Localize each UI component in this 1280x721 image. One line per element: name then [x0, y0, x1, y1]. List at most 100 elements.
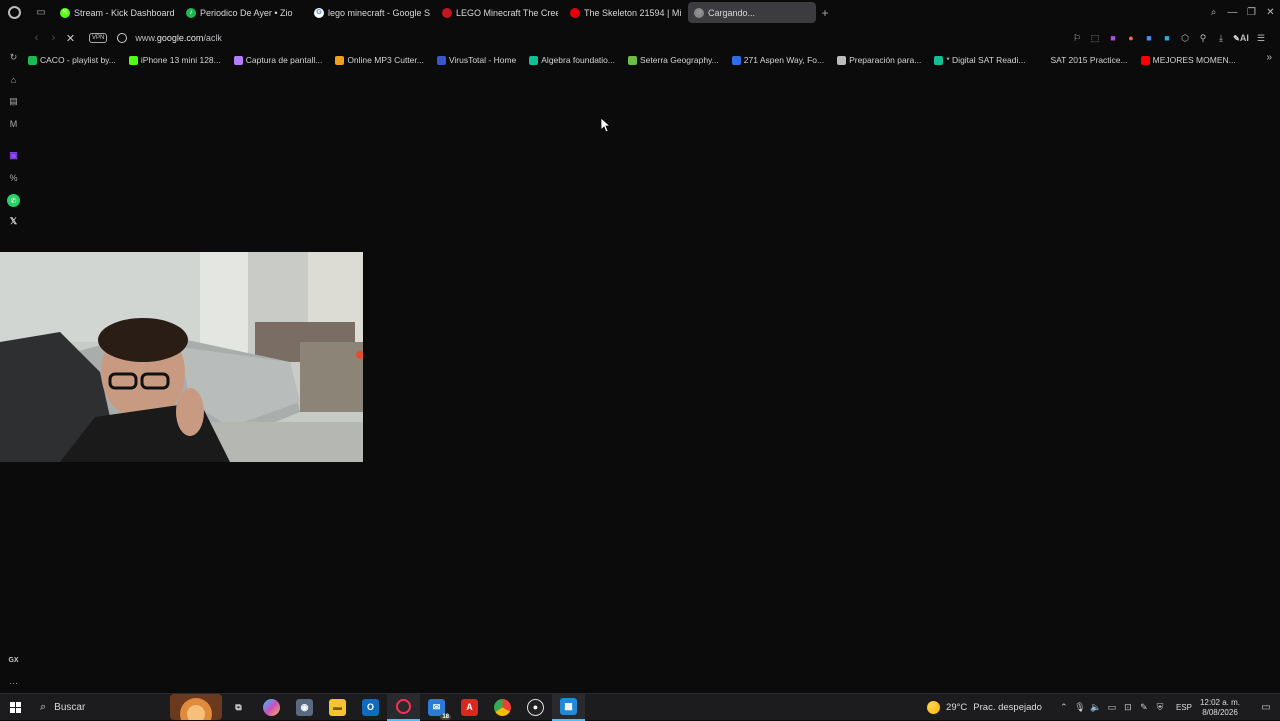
bookmark-label: MEJORES MOMEN...: [1152, 55, 1236, 65]
bookmark-item[interactable]: MEJORES MOMEN...: [1140, 55, 1236, 65]
pen-icon[interactable]: ✎: [1136, 702, 1152, 713]
bookmark-favicon-icon: [335, 55, 345, 65]
mail-icon[interactable]: ✉ 18: [420, 694, 453, 721]
whatsapp-icon[interactable]: ✆: [7, 194, 20, 207]
vpn-badge[interactable]: VPN: [89, 33, 108, 43]
forward-button[interactable]: ›: [45, 32, 62, 44]
bookmark-favicon-icon: [529, 55, 539, 65]
restore-icon[interactable]: ❐: [1242, 7, 1261, 18]
close-icon[interactable]: ✕: [1261, 7, 1280, 18]
tab-favicon-icon: G: [314, 7, 324, 18]
security-icon[interactable]: ⛨: [1152, 702, 1168, 713]
taskbar: ⌕ Buscar ⧉ ◉ ▬ O ✉ 18 A ● ▦ 29°C Prac. de…: [0, 693, 1280, 721]
extension-translate-icon[interactable]: ■: [1140, 33, 1158, 43]
bookmark-favicon-icon: [628, 55, 637, 65]
extension-purple-icon[interactable]: ■: [1104, 33, 1122, 43]
percent-icon[interactable]: %: [7, 171, 20, 184]
gx-label[interactable]: GX: [7, 654, 20, 667]
bookmark-label: Online MP3 Cutter...: [347, 55, 424, 65]
browser-tab[interactable]: LEGO Minecraft The Creep: [436, 2, 564, 23]
stop-loading-button[interactable]: ✕: [62, 32, 79, 45]
snapshot-icon[interactable]: ⬚: [1086, 33, 1104, 44]
file-explorer-icon[interactable]: ▬: [321, 694, 354, 721]
ai-label: AI: [1239, 33, 1249, 43]
bookmark-item[interactable]: SAT 2015 Practice...: [1038, 55, 1128, 65]
browser-tab[interactable]: K Stream - Kick Dashboard: [54, 2, 180, 23]
search-icon: ⌕: [40, 700, 47, 713]
opera-gx-taskbar-icon[interactable]: [387, 693, 420, 721]
address-bar: ‹ › ✕ VPN www.google.com/aclk ⚐ ⬚ ■ ● ■ …: [28, 27, 1280, 49]
tab-favicon-icon: K: [60, 7, 70, 18]
url-domain: google.com: [156, 33, 204, 43]
search-tabs-icon[interactable]: ⌕: [1204, 7, 1223, 18]
sidebar-more-icon[interactable]: ···: [7, 676, 20, 689]
bookmark-item[interactable]: VirusTotal - Home: [436, 55, 516, 65]
back-button[interactable]: ‹: [28, 32, 45, 44]
clock-time: 12:02 a. m.: [1199, 697, 1240, 707]
bookmark-item[interactable]: * Digital SAT Readi...: [934, 55, 1025, 65]
start-button[interactable]: [0, 701, 30, 713]
clock[interactable]: 12:02 a. m. 8/08/2026: [1200, 698, 1240, 718]
minimize-icon[interactable]: —: [1223, 7, 1242, 18]
opera-logo-icon[interactable]: [0, 0, 28, 25]
acrobat-icon[interactable]: A: [453, 694, 486, 721]
bookmark-item[interactable]: Algebra foundatio...: [529, 55, 615, 65]
bookmarks-bar: CACO - playlist by... iPhone 13 mini 128.…: [28, 52, 1280, 68]
extension-blue-icon[interactable]: ■: [1158, 33, 1176, 43]
webcam-overlay: [0, 252, 363, 462]
bookmark-favicon-icon: [731, 55, 741, 65]
wallet-icon[interactable]: ▤: [7, 95, 20, 108]
aria-icon[interactable]: ⌂: [7, 73, 20, 86]
aria-ai-button[interactable]: ✎AI: [1230, 33, 1252, 43]
bookmark-item[interactable]: 271 Aspen Way, Fo...: [731, 55, 824, 65]
app-blue-icon[interactable]: ▦: [552, 693, 585, 721]
camera-app-icon[interactable]: ◉: [288, 694, 321, 721]
microphone-icon[interactable]: 🎙: [1072, 702, 1088, 713]
workspaces-icon[interactable]: ▭: [28, 0, 54, 25]
bookmark-item[interactable]: Seterra Geography...: [628, 55, 719, 65]
extension-fire-icon[interactable]: ●: [1122, 33, 1140, 43]
tray-overflow-icon[interactable]: ⌃: [1056, 702, 1072, 713]
bookmark-favicon-icon: [1038, 55, 1048, 65]
taskbar-search[interactable]: ⌕ Buscar: [30, 694, 170, 721]
bookmarks-more-icon[interactable]: »: [1266, 52, 1272, 63]
bookmark-item[interactable]: Captura de pantall...: [233, 55, 322, 65]
history-icon[interactable]: ↻: [7, 51, 20, 64]
bookmark-icon[interactable]: ⚐: [1068, 33, 1086, 44]
easy-setup-icon[interactable]: ☰: [1252, 33, 1270, 44]
browser-tab[interactable]: ◌ Cargando...: [688, 2, 816, 23]
browser-tab[interactable]: Glego minecraft - Google Se: [308, 2, 436, 23]
notifications-icon[interactable]: ▭: [1252, 702, 1280, 713]
messenger-icon[interactable]: M: [7, 117, 20, 130]
outlook-icon[interactable]: O: [354, 694, 387, 721]
network-icon[interactable]: ⊡: [1120, 702, 1136, 713]
language-indicator[interactable]: ESP: [1176, 703, 1192, 712]
speaker-icon[interactable]: 🔈: [1088, 702, 1104, 713]
bookmark-item[interactable]: Online MP3 Cutter...: [335, 55, 424, 65]
browser-tab[interactable]: The Skeleton 21594 | Mine: [564, 2, 688, 23]
task-view-icon[interactable]: ⧉: [222, 694, 255, 721]
x-icon[interactable]: 𝕏: [7, 215, 20, 228]
tab-favicon-icon: ♪: [186, 7, 196, 18]
twitch-icon[interactable]: ▣: [7, 149, 20, 162]
bookmark-item[interactable]: CACO - playlist by...: [28, 55, 116, 65]
battery-icon[interactable]: ▭: [1104, 702, 1120, 713]
url-field[interactable]: www.google.com/aclk: [135, 33, 222, 43]
mail-badge: 18: [440, 713, 451, 720]
download-icon[interactable]: ⤓: [1212, 33, 1230, 44]
copilot-icon[interactable]: [255, 694, 288, 721]
weather-widget[interactable]: 29°C Prac. despejado: [927, 701, 1042, 714]
extensions-icon[interactable]: ⬡: [1176, 33, 1194, 44]
browser-tab[interactable]: ♪ Periodico De Ayer • Zio: [180, 2, 308, 23]
tab-title: Stream - Kick Dashboard: [74, 7, 174, 18]
profile-icon[interactable]: ⚲: [1194, 33, 1212, 44]
obs-icon[interactable]: ●: [519, 694, 552, 721]
chrome-icon[interactable]: [486, 694, 519, 721]
window-controls: ⌕ — ❐ ✕: [1204, 0, 1280, 25]
bookmark-item[interactable]: Preparación para...: [837, 55, 921, 65]
new-tab-button[interactable]: +: [816, 6, 834, 20]
bookmark-item[interactable]: iPhone 13 mini 128...: [128, 55, 221, 65]
site-info-icon[interactable]: [117, 33, 128, 43]
search-highlight-image[interactable]: [170, 694, 222, 720]
bookmark-favicon-icon: [436, 55, 446, 65]
